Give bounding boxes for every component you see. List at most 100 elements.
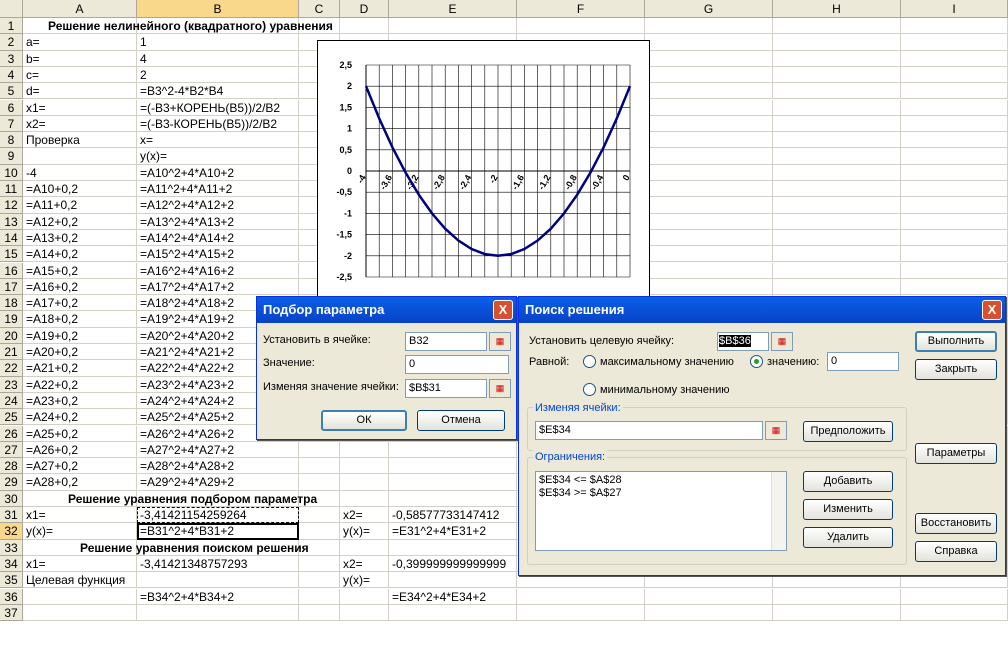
cell[interactable] bbox=[901, 164, 1008, 181]
cell[interactable]: =A12+0,2 bbox=[23, 213, 137, 230]
cell[interactable]: =B3^2-4*B2*B4 bbox=[137, 83, 299, 100]
cell[interactable] bbox=[645, 132, 773, 149]
cell[interactable] bbox=[773, 132, 901, 149]
cell[interactable] bbox=[645, 246, 773, 263]
column-header-b[interactable]: B bbox=[137, 0, 299, 18]
cell[interactable] bbox=[389, 490, 517, 507]
cell[interactable] bbox=[389, 572, 517, 589]
cell[interactable] bbox=[137, 604, 299, 622]
cell[interactable] bbox=[773, 164, 901, 181]
cell[interactable] bbox=[645, 148, 773, 165]
row-header[interactable]: 19 bbox=[0, 311, 23, 328]
row-header[interactable]: 33 bbox=[0, 539, 23, 556]
cell[interactable] bbox=[901, 229, 1008, 247]
cell[interactable] bbox=[340, 490, 389, 507]
row-header[interactable]: 6 bbox=[0, 99, 23, 116]
cell[interactable] bbox=[340, 474, 389, 491]
cell[interactable] bbox=[901, 34, 1008, 51]
row-header[interactable]: 16 bbox=[0, 262, 23, 279]
cell[interactable]: =A13+0,2 bbox=[23, 229, 137, 247]
cell[interactable] bbox=[901, 246, 1008, 263]
cell[interactable]: =A17^2+4*A17+2 bbox=[137, 278, 299, 296]
cell[interactable]: =A22+0,2 bbox=[23, 376, 137, 393]
solver-constraints-scrollbar[interactable] bbox=[771, 472, 786, 550]
select-all-corner[interactable] bbox=[0, 0, 23, 18]
cell[interactable] bbox=[645, 115, 773, 133]
solver-constraint-item[interactable]: $E$34 >= $A$27 bbox=[539, 487, 783, 500]
cell[interactable]: =A10^2+4*A10+2 bbox=[137, 164, 299, 181]
cell[interactable]: x2= bbox=[23, 115, 137, 133]
cell[interactable] bbox=[645, 262, 773, 279]
cell[interactable]: =(-B3-КОРЕНЬ(B5))/2/B2 bbox=[137, 115, 299, 133]
row-header[interactable]: 3 bbox=[0, 50, 23, 67]
cell[interactable]: =A11+0,2 bbox=[23, 197, 137, 214]
cell[interactable] bbox=[340, 604, 389, 622]
cell[interactable] bbox=[901, 99, 1008, 116]
cell[interactable] bbox=[299, 555, 340, 573]
cell[interactable] bbox=[645, 197, 773, 214]
row-header[interactable]: 29 bbox=[0, 474, 23, 491]
row-header[interactable]: 22 bbox=[0, 360, 23, 377]
cell[interactable]: =A26+0,2 bbox=[23, 441, 137, 459]
cell[interactable]: =A23+0,2 bbox=[23, 392, 137, 410]
cell[interactable]: =B31^2+4*B31+2 bbox=[137, 523, 299, 540]
cell[interactable] bbox=[773, 246, 901, 263]
cell[interactable]: x2= bbox=[340, 507, 389, 524]
cell[interactable]: =A19+0,2 bbox=[23, 327, 137, 344]
row-header[interactable]: 2 bbox=[0, 34, 23, 51]
cell[interactable] bbox=[773, 83, 901, 100]
cell[interactable] bbox=[901, 83, 1008, 100]
cell[interactable]: =A21+0,2 bbox=[23, 360, 137, 377]
cell[interactable]: =A18+0,2 bbox=[23, 311, 137, 328]
cell[interactable]: =A29^2+4*A29+2 bbox=[137, 474, 299, 491]
goal-seek-close-button[interactable]: X bbox=[493, 300, 513, 320]
goal-seek-cancel-button[interactable]: Отмена bbox=[417, 410, 505, 431]
cell[interactable]: =A25+0,2 bbox=[23, 425, 137, 442]
cell[interactable] bbox=[773, 18, 901, 35]
cell[interactable] bbox=[517, 588, 645, 605]
cell[interactable]: x1= bbox=[23, 99, 137, 116]
row-header[interactable]: 15 bbox=[0, 246, 23, 263]
cell[interactable] bbox=[389, 539, 517, 556]
solver-restore-button[interactable]: Восстановить bbox=[915, 513, 997, 534]
cell[interactable]: =A27^2+4*A27+2 bbox=[137, 441, 299, 459]
cell[interactable] bbox=[901, 50, 1008, 67]
solver-params-button[interactable]: Параметры bbox=[915, 443, 997, 464]
goal-seek-ok-button[interactable]: ОК bbox=[321, 410, 407, 431]
cell[interactable] bbox=[901, 278, 1008, 296]
row-header[interactable]: 28 bbox=[0, 458, 23, 475]
cell[interactable] bbox=[645, 604, 773, 622]
cell[interactable]: =A10+0,2 bbox=[23, 181, 137, 198]
row-header[interactable]: 23 bbox=[0, 376, 23, 393]
cell[interactable] bbox=[773, 213, 901, 230]
cell[interactable] bbox=[389, 604, 517, 622]
row-header[interactable]: 26 bbox=[0, 425, 23, 442]
cell[interactable]: y(x)= bbox=[137, 148, 299, 165]
solver-value-label[interactable]: значению: bbox=[767, 355, 819, 369]
solver-run-button[interactable]: Выполнить bbox=[915, 331, 997, 352]
row-header[interactable]: 20 bbox=[0, 327, 23, 344]
cell[interactable]: x1= bbox=[23, 507, 137, 524]
column-header-h[interactable]: H bbox=[773, 0, 901, 18]
cell[interactable] bbox=[340, 539, 389, 556]
cell[interactable] bbox=[299, 604, 340, 622]
cell[interactable]: =A28^2+4*A28+2 bbox=[137, 458, 299, 475]
cell[interactable] bbox=[645, 278, 773, 296]
row-header[interactable]: 10 bbox=[0, 164, 23, 181]
cell[interactable]: =B34^2+4*B34+2 bbox=[137, 588, 299, 605]
row-header[interactable]: 7 bbox=[0, 115, 23, 133]
cell[interactable] bbox=[773, 604, 901, 622]
cell[interactable]: b= bbox=[23, 50, 137, 67]
cell[interactable] bbox=[901, 18, 1008, 35]
row-header[interactable]: 8 bbox=[0, 132, 23, 149]
cell[interactable] bbox=[340, 458, 389, 475]
column-header-d[interactable]: D bbox=[340, 0, 389, 18]
cell[interactable] bbox=[645, 588, 773, 605]
solver-max-radio[interactable] bbox=[583, 355, 596, 368]
row-header[interactable]: 5 bbox=[0, 83, 23, 100]
cell[interactable]: 2 bbox=[137, 66, 299, 84]
cell[interactable] bbox=[773, 50, 901, 67]
cell[interactable]: =A15^2+4*A15+2 bbox=[137, 246, 299, 263]
cell[interactable] bbox=[901, 262, 1008, 279]
cell[interactable]: y(x)= bbox=[340, 572, 389, 589]
